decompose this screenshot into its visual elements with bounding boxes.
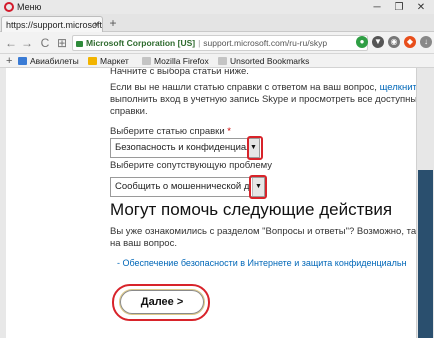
help-paragraph-line1: Если вы не нашли статью справки с ответо… [110,82,434,93]
bookmark-market[interactable]: Маркет [88,54,129,68]
download-icon[interactable]: ↓ [420,36,432,48]
folder-icon [218,57,227,65]
address-bar[interactable]: Microsoft Corporation [US] | support.micro… [72,35,368,51]
market-icon [88,57,97,65]
article-select[interactable]: Безопасность и конфиденциал ▼ [110,138,260,158]
section-heading: Могут помочь следующие действия [110,200,393,219]
article-select-value: Безопасность и конфиденциал [115,142,252,153]
bookmark-unsorted[interactable]: Unsorted Bookmarks [218,54,309,68]
opera-menu-button[interactable]: Меню [2,0,45,14]
problem-select-value: Сообщить о мошеннической д [115,181,250,192]
sidebar-gutter [0,68,6,338]
problem-select[interactable]: Сообщить о мошеннической д ▼ [110,177,265,197]
url-text: support.microsoft.com/ru-ru/skyp [203,38,328,48]
title-bar: Меню ─ ❐ ✕ [0,0,434,14]
scrollbar-thumb[interactable] [418,170,433,338]
extension-icons: ● ▼ ◉ ◆ ↓ [352,36,432,48]
reload-button[interactable]: C [38,35,52,51]
add-bookmark-icon[interactable]: + [6,54,12,68]
adblock-extension-icon[interactable]: ● [356,36,368,48]
window-controls: ─ ❐ ✕ [366,0,432,14]
forward-button[interactable]: → [20,35,34,51]
faq-text-line2: на ваш вопрос. [110,238,177,249]
certificate-org: Microsoft Corporation [US] [86,38,196,48]
bookmark-aviabilety[interactable]: Авиабилеты [18,54,79,68]
secure-lock-icon [76,41,83,47]
highlight-annotation [112,284,210,321]
highlight-annotation [249,175,267,199]
suggestion-link[interactable]: - Обеспечение безопасности в Интернете и… [117,258,407,268]
tab-title: https://support.microsoft. [6,19,103,30]
opera-logo-icon [4,2,14,12]
restore-button[interactable]: ❐ [388,0,410,14]
back-button[interactable]: ← [4,35,18,51]
required-mark: * [227,126,231,137]
opera-extension-icon[interactable]: ◆ [404,36,416,48]
tab-bar: https://support.microsoft. × + [0,14,434,32]
intro-text: Начните с выбора статьи ниже. [110,68,249,77]
help-paragraph-line3: справки. [110,106,148,117]
minimize-button[interactable]: ─ [366,0,388,14]
close-window-button[interactable]: ✕ [410,0,432,14]
web-page: Начните с выбора статьи ниже. Если вы не… [0,68,434,338]
menu-label: Меню [17,2,42,12]
faq-text-line1: Вы уже ознакомились с разделом "Вопросы … [110,226,434,237]
camera-snapshot-icon[interactable]: ◉ [388,36,400,48]
tab-support-microsoft[interactable]: https://support.microsoft. × [1,16,103,32]
plane-icon [18,57,27,65]
highlight-annotation [247,136,263,160]
article-select-label: Выберите статью справки * [110,126,231,137]
problem-select-label: Выберите сопутствующую проблему [110,160,273,171]
vpn-shield-icon[interactable]: ▼ [372,36,384,48]
bookmarks-bar: + Авиабилеты Маркет Mozilla Firefox Unso… [0,54,434,68]
folder-icon [142,57,151,65]
tab-close-icon[interactable]: × [94,19,99,29]
navigation-bar: ← → C ⊞ Microsoft Corporation [US] | suppo… [0,32,434,54]
bookmark-mozilla-firefox[interactable]: Mozilla Firefox [142,54,209,68]
page-scrollbar[interactable] [416,68,434,338]
help-paragraph-line2: выполнить вход в учетную запись Skype и … [110,94,434,105]
new-tab-button[interactable]: + [106,17,120,29]
home-grid-icon[interactable]: ⊞ [55,35,69,51]
